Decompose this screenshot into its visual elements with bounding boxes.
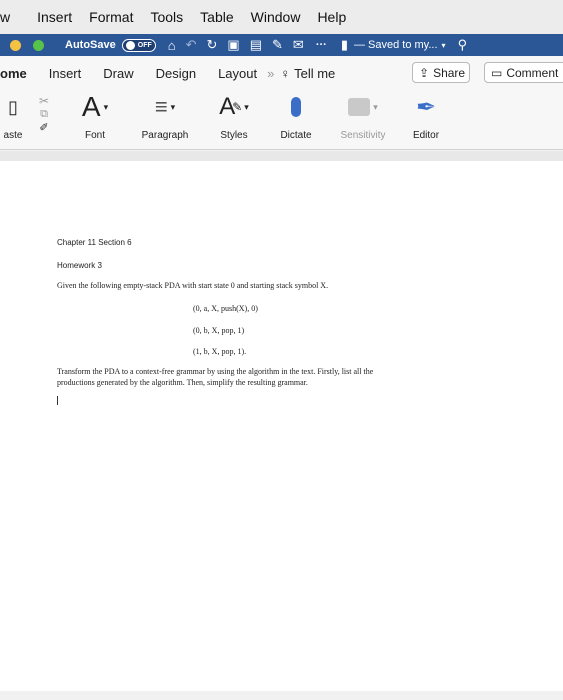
doc-homework: Homework 3 (57, 261, 102, 270)
save-icon[interactable]: ▤ (250, 37, 262, 53)
menu-help[interactable]: Help (317, 9, 346, 25)
doc-instruction-2: productions generated by the algorithm. … (57, 378, 308, 387)
chevron-down-icon: ▾ (170, 101, 176, 112)
menu-insert[interactable]: Insert (37, 9, 72, 25)
menu-tools[interactable]: Tools (150, 9, 183, 25)
ribbon-tabs: ome Insert Draw Design Layout » ♀ Tell m… (0, 56, 563, 90)
comments-button[interactable]: ▭ Comment (484, 62, 563, 83)
menu-word[interactable]: w (0, 9, 10, 25)
chevron-down-icon: ▾ (103, 101, 109, 112)
font-group[interactable]: A ▾ Font (70, 90, 120, 150)
tab-draw[interactable]: Draw (103, 66, 133, 81)
comments-label: Comment (506, 65, 559, 80)
paste-label: aste (3, 130, 23, 141)
dictate-group[interactable]: Dictate (274, 90, 318, 150)
tab-insert[interactable]: Insert (49, 66, 82, 81)
menu-window[interactable]: Window (251, 9, 301, 25)
microphone-icon (291, 97, 301, 117)
clipboard-icon: ▯ (8, 96, 18, 117)
editor-group[interactable]: ✒ Editor (404, 90, 448, 150)
document-page[interactable]: Chapter 11 Section 6 Homework 3 Given th… (0, 161, 563, 691)
share-icon: ⇪ (419, 65, 430, 80)
home-icon[interactable]: ⌂ (168, 38, 176, 53)
more-commands-icon[interactable]: ··· (316, 39, 327, 51)
cut-icon[interactable]: ✂ (30, 94, 58, 108)
tab-home[interactable]: ome (0, 66, 27, 81)
share-button[interactable]: ⇪ Share (412, 62, 470, 83)
edit-icon[interactable]: ✎ (272, 37, 283, 53)
autosave-toggle[interactable]: OFF (121, 38, 156, 52)
font-label: Font (84, 130, 105, 141)
doc-question: Given the following empty-stack PDA with… (57, 281, 329, 290)
autosave-state: OFF (137, 41, 152, 49)
document-icon: ▮ (340, 37, 348, 52)
doc-instruction-1: Transform the PDA to a context-free gram… (57, 367, 374, 376)
redo-icon[interactable]: ↻ (207, 37, 218, 53)
tab-design[interactable]: Design (156, 66, 196, 81)
doc-transition-1: (0, a, X, push(X), 0) (193, 304, 258, 313)
print-icon[interactable]: ▣ (227, 37, 239, 53)
title-bar: AutoSave OFF ⌂ ↶ ↻ ▣ ▤ ✎ ✉ ··· ▮ — Saved… (0, 34, 563, 56)
word-window: w Insert Format Tools Table Window Help … (0, 0, 563, 700)
chevron-down-icon[interactable]: ▾ (442, 41, 446, 50)
sensitivity-group[interactable]: ▾ Sensitivity (334, 90, 392, 150)
window-dot-yellow[interactable] (10, 39, 21, 51)
lightbulb-icon: ♀ (280, 65, 291, 81)
text-cursor (57, 396, 58, 405)
editor-label: Editor (412, 130, 440, 141)
autosave-label: AutoSave (65, 39, 116, 51)
search-icon[interactable]: ⚲ (458, 37, 468, 53)
status-bar (0, 691, 563, 700)
sensitivity-icon (348, 98, 371, 116)
saved-status[interactable]: — Saved to my... (354, 39, 438, 51)
doc-transition-2: (0, b, X, pop, 1) (193, 326, 245, 335)
tab-layout[interactable]: Layout (218, 66, 257, 81)
chevron-down-icon: ▾ (373, 101, 378, 112)
doc-transition-3: (1, b, X, pop, 1). (193, 347, 247, 356)
paragraph-group[interactable]: ≡ ▾ Paragraph (136, 90, 194, 150)
menu-bar: w Insert Format Tools Table Window Help (0, 0, 563, 34)
paragraph-label: Paragraph (141, 130, 189, 141)
chevron-down-icon: ▾ (244, 101, 249, 112)
sensitivity-label: Sensitivity (340, 130, 386, 141)
window-dot-green[interactable] (33, 39, 44, 51)
undo-icon[interactable]: ↶ (186, 37, 197, 53)
toggle-knob (125, 40, 135, 50)
paste-group[interactable]: ▯ aste (0, 90, 26, 150)
styles-group[interactable]: A ✎ ▾ Styles (210, 90, 258, 150)
share-label: Share (433, 65, 466, 80)
comment-icon: ▭ (491, 65, 503, 80)
paragraph-icon: ≡ (154, 94, 168, 119)
doc-heading: Chapter 11 Section 6 (57, 238, 132, 247)
tell-me[interactable]: Tell me (294, 66, 335, 81)
menu-table[interactable]: Table (200, 9, 233, 25)
ribbon: ▯ aste ✂ ⧉ ✐ A ▾ Font ≡ ▾ Paragraph A ✎ ▾ St… (0, 90, 563, 150)
format-painter-icon[interactable]: ✐ (30, 121, 58, 134)
mail-icon[interactable]: ✉ (293, 37, 304, 53)
font-icon: A (81, 91, 101, 122)
editor-icon: ✒ (415, 93, 437, 121)
clipboard-tools: ✂ ⧉ ✐ (30, 90, 58, 150)
menu-format[interactable]: Format (89, 9, 133, 25)
document-area: Chapter 11 Section 6 Homework 3 Given th… (0, 151, 563, 691)
styles-label: Styles (220, 130, 248, 141)
tabs-overflow-icon[interactable]: » (267, 66, 274, 81)
dictate-label: Dictate (280, 130, 312, 141)
copy-icon[interactable]: ⧉ (30, 108, 58, 121)
brush-icon: ✎ (232, 100, 243, 114)
